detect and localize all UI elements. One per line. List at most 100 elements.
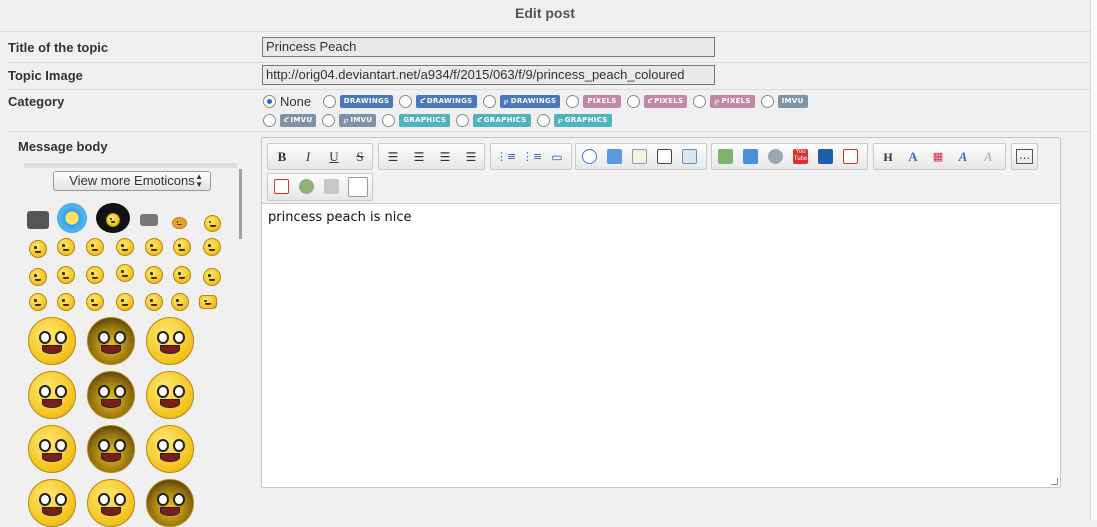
upload-image-icon[interactable] — [743, 149, 758, 164]
link-icon[interactable] — [768, 149, 783, 164]
emoticon-big-happy[interactable] — [28, 317, 76, 365]
category-option[interactable]: ƈ PIXELS — [626, 93, 688, 109]
radio-button[interactable] — [536, 113, 550, 127]
emoticon-tongue[interactable] — [173, 238, 191, 256]
emoticon-big-grin[interactable] — [146, 371, 194, 419]
radio-button[interactable] — [322, 94, 336, 108]
category-option[interactable]: ƈ IMVU — [263, 112, 317, 128]
strike-button[interactable]: S — [351, 148, 369, 166]
numbered-list-icon[interactable]: ⋮≡ — [522, 148, 542, 166]
radio-button[interactable] — [399, 94, 413, 108]
radio-button[interactable] — [566, 94, 580, 108]
font-face-icon[interactable]: A — [954, 148, 972, 166]
emoticon-smirk[interactable] — [145, 238, 163, 256]
emoticon-confused[interactable] — [145, 266, 163, 284]
emoticon-big-bear[interactable] — [146, 317, 194, 365]
color-picker-icon[interactable]: ▦ — [929, 148, 947, 166]
message-textarea[interactable]: princess peach is nice — [268, 210, 1048, 225]
emoticon-sad[interactable] — [203, 238, 221, 256]
category-option[interactable]: ℘ GRAPHICS — [536, 112, 612, 128]
align-left-icon[interactable]: ☰ — [384, 148, 402, 166]
emoticon-big-blush[interactable] — [28, 425, 76, 473]
emoticon-big-smile[interactable] — [146, 425, 194, 473]
emoticon-whistle[interactable] — [116, 293, 134, 311]
radio-button[interactable] — [322, 113, 336, 127]
emoticon-gorilla[interactable] — [27, 211, 49, 229]
align-justify-icon[interactable]: ☰ — [462, 148, 480, 166]
emoticon-afro-face[interactable] — [106, 213, 120, 227]
title-input[interactable]: Princess Peach — [262, 37, 715, 57]
align-center-icon[interactable]: ☰ — [410, 148, 428, 166]
radio-checked[interactable] — [263, 94, 276, 108]
date-icon[interactable] — [274, 179, 289, 194]
emoticon-goat[interactable] — [140, 214, 158, 226]
emoticons-select[interactable]: View more Emoticons ▲ ▼ — [53, 171, 211, 191]
flash-icon[interactable] — [843, 149, 858, 164]
radio-button[interactable] — [760, 94, 774, 108]
emoticon-thumbs[interactable] — [199, 295, 217, 309]
emoticon-wink[interactable] — [57, 266, 75, 284]
remove-format-icon[interactable]: A — [979, 148, 997, 166]
radio-button[interactable] — [693, 94, 707, 108]
category-option[interactable]: ℘ DRAWINGS — [482, 93, 561, 109]
emoticon-dizzy[interactable] — [29, 268, 47, 286]
emoticon-big-spiky[interactable] — [87, 425, 135, 473]
font-size-icon[interactable]: A — [904, 148, 922, 166]
bold-button[interactable]: B — [273, 148, 291, 166]
category-option[interactable]: ƈ GRAPHICS — [456, 112, 531, 128]
image-icon[interactable] — [718, 149, 733, 164]
bullet-list-icon[interactable]: ⋮≡ — [496, 148, 516, 166]
page-scrollbar[interactable] — [1090, 0, 1097, 520]
note-icon[interactable] — [632, 149, 647, 164]
emoticon-angry[interactable] — [173, 266, 191, 284]
emoticon-ugh[interactable] — [86, 293, 104, 311]
quote-icon[interactable] — [582, 149, 597, 164]
time-icon[interactable] — [299, 179, 314, 194]
spoiler-icon[interactable] — [657, 149, 672, 164]
code-icon[interactable] — [607, 149, 622, 164]
category-option[interactable]: ƈ DRAWINGS — [399, 93, 477, 109]
horizontal-rule-icon[interactable]: ▭ — [548, 148, 566, 166]
underline-button[interactable]: U — [325, 148, 343, 166]
heading-button[interactable]: H — [879, 148, 897, 166]
emoticon-shocked[interactable] — [86, 238, 104, 256]
table-icon[interactable] — [682, 149, 697, 164]
emoticon-scream[interactable] — [171, 293, 189, 311]
emoticon-big-rage[interactable] — [87, 317, 135, 365]
emoticon-fox[interactable] — [172, 217, 187, 229]
emoticon-flower[interactable] — [57, 203, 87, 233]
radio-button[interactable] — [382, 113, 396, 127]
radio-button[interactable] — [626, 94, 640, 108]
emoticon-big-derp[interactable] — [28, 371, 76, 419]
topic-image-input[interactable]: http://orig04.deviantart.net/a934/f/2015… — [262, 65, 715, 85]
emoticon-stare[interactable] — [145, 293, 163, 311]
resize-handle-icon[interactable] — [1051, 478, 1058, 485]
emoticon-neutral[interactable] — [116, 238, 134, 256]
category-option[interactable]: ℘ PIXELS — [693, 93, 755, 109]
radio-button[interactable] — [456, 113, 470, 127]
emoticon-content[interactable] — [29, 240, 47, 258]
category-option[interactable]: DRAWINGS — [322, 93, 394, 109]
category-option[interactable]: IMVU — [760, 93, 808, 109]
emoticon-meh[interactable] — [116, 264, 134, 282]
emoticon-crazy[interactable] — [29, 293, 47, 311]
category-option[interactable]: ℘ IMVU — [322, 112, 377, 128]
category-option[interactable]: GRAPHICS — [382, 112, 451, 128]
radio-button[interactable] — [482, 94, 496, 108]
align-right-icon[interactable]: ☰ — [436, 148, 454, 166]
emoticon-smile[interactable] — [204, 215, 221, 232]
youtube-icon[interactable]: You Tube — [793, 149, 808, 164]
italic-button[interactable]: I — [299, 148, 317, 166]
emoticon-cool[interactable] — [57, 293, 75, 311]
emoticon-surprised[interactable] — [203, 268, 221, 286]
emoticon-grin[interactable] — [86, 266, 104, 284]
dailymotion-icon[interactable] — [818, 149, 833, 164]
more-icon[interactable]: … — [1016, 149, 1033, 164]
emoticon-unsure[interactable] — [57, 238, 75, 256]
source-icon[interactable] — [348, 177, 368, 197]
category-option[interactable]: PIXELS — [566, 93, 621, 109]
paste-icon[interactable] — [324, 179, 339, 194]
emoticon-big-rose[interactable] — [87, 371, 135, 419]
category-option-none[interactable]: None — [263, 93, 313, 109]
emoticons-scrollbar[interactable] — [239, 169, 242, 239]
